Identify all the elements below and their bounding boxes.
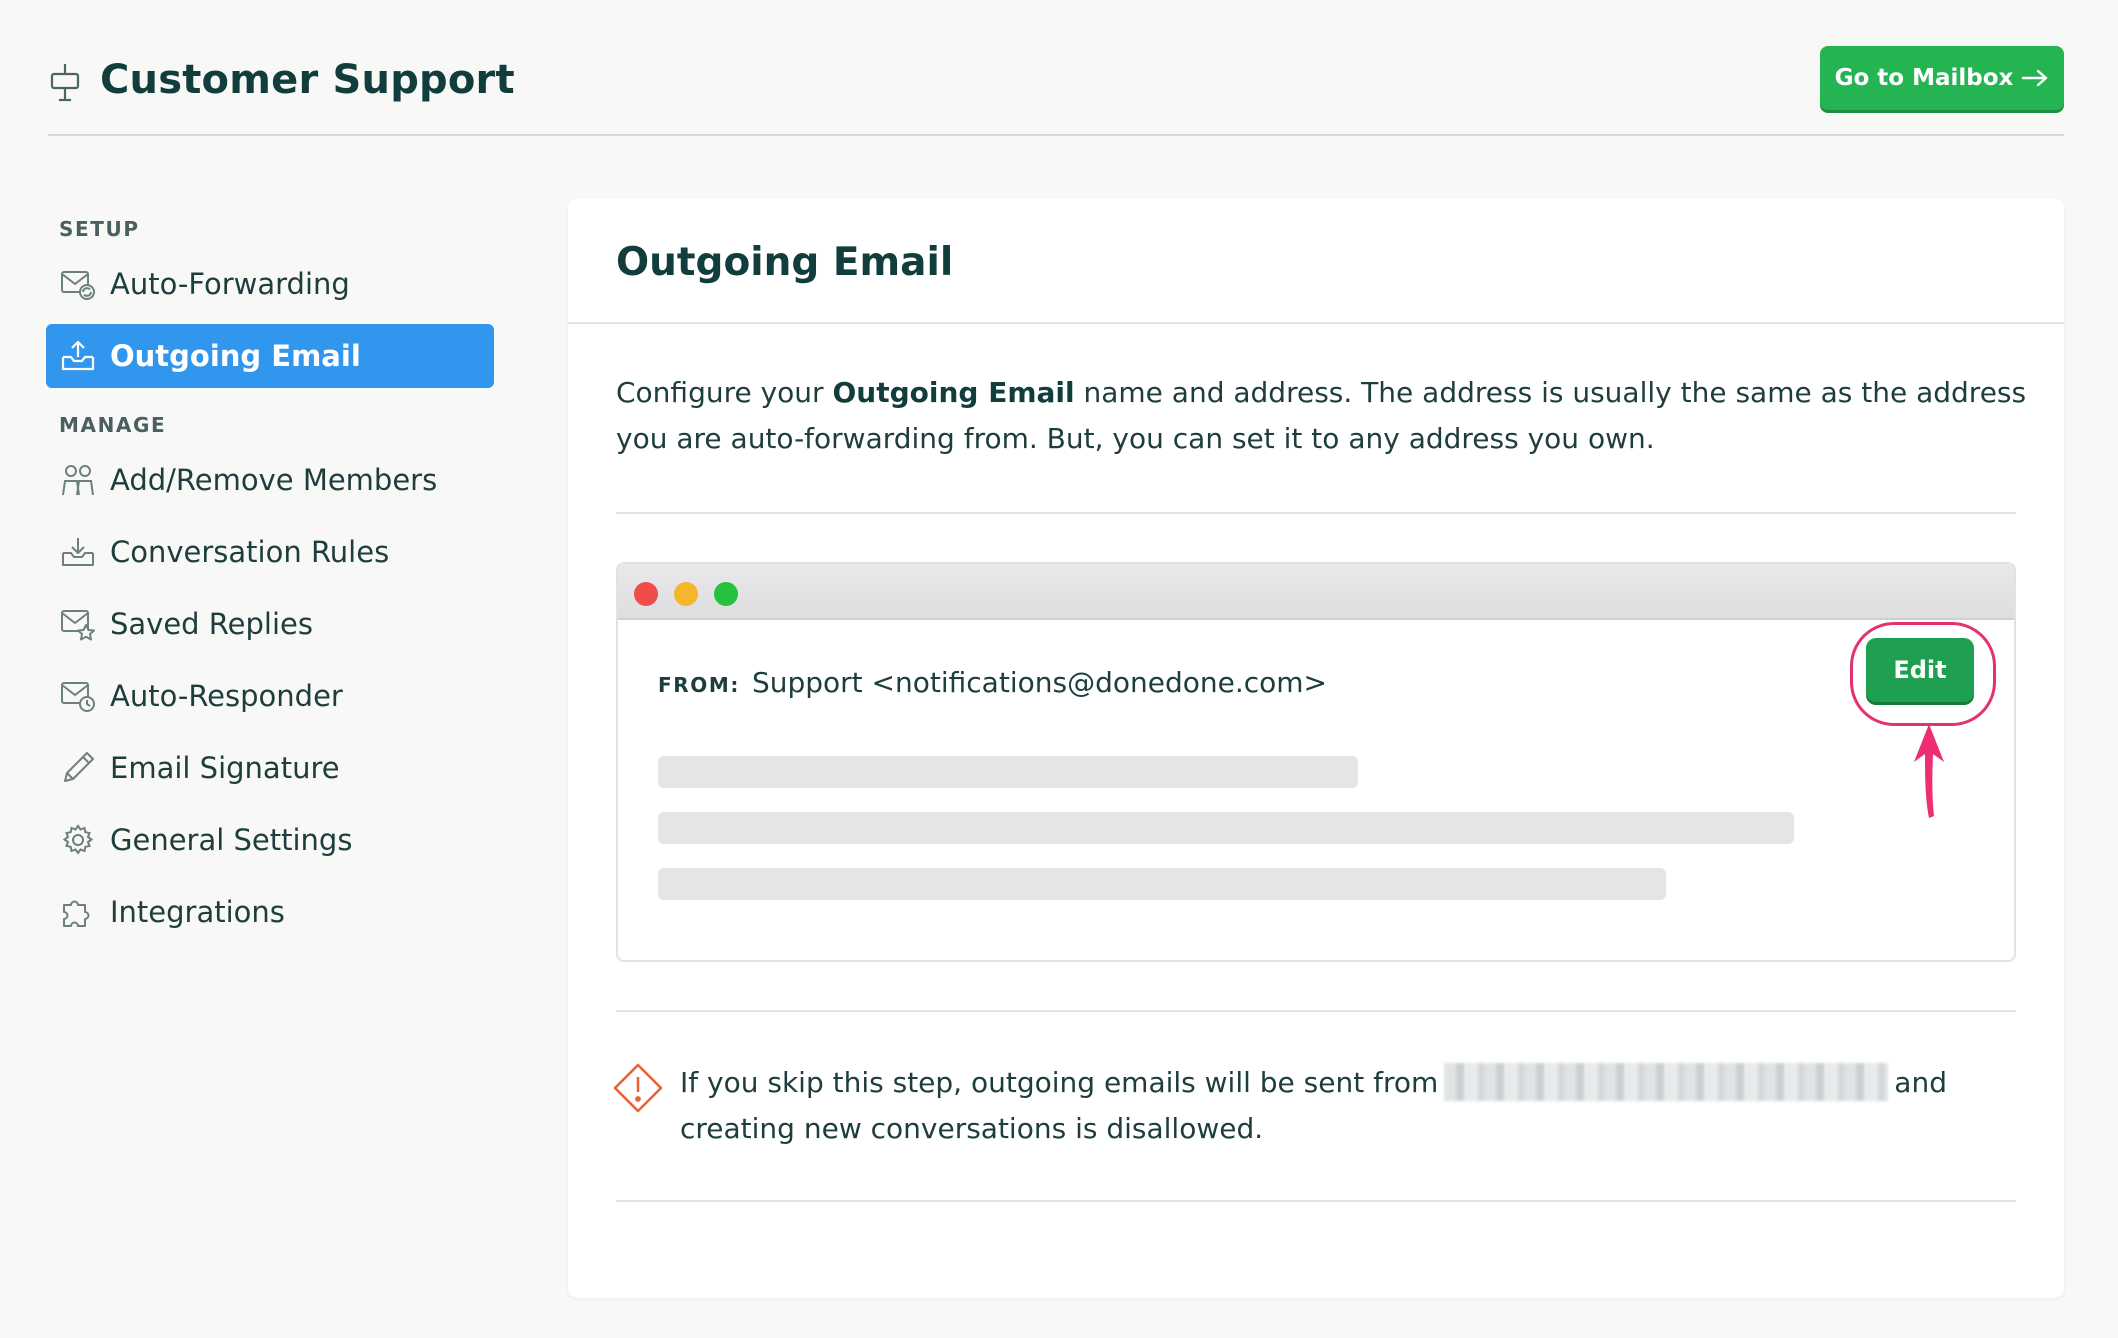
sidebar-item-general-settings[interactable]: General Settings bbox=[46, 808, 494, 872]
inbox-download-icon bbox=[62, 538, 94, 566]
divider bbox=[616, 1010, 2016, 1012]
mail-forward-icon bbox=[61, 271, 95, 300]
pencil-icon bbox=[64, 752, 94, 782]
sidebar-section-manage: MANAGE bbox=[59, 413, 167, 437]
sidebar-item-label: Email Signature bbox=[110, 751, 340, 785]
sidebar-item-label: Outgoing Email bbox=[110, 339, 361, 373]
sidebar-item-auto-forwarding[interactable]: Auto-Forwarding bbox=[46, 252, 494, 316]
card-title: Outgoing Email bbox=[616, 240, 954, 285]
intro-text: Configure your Outgoing Email name and a… bbox=[616, 370, 2036, 462]
mail-star-icon bbox=[61, 610, 95, 641]
sidebar-item-label: General Settings bbox=[110, 823, 353, 857]
sidebar-item-label: Saved Replies bbox=[110, 607, 313, 641]
sidebar-item-label: Auto-Responder bbox=[110, 679, 343, 713]
go-to-mailbox-button[interactable]: Go to Mailbox bbox=[1820, 46, 2064, 110]
sidebar-section-setup: SETUP bbox=[59, 217, 140, 241]
warning-text: If you skip this step, outgoing emails w… bbox=[680, 1060, 2040, 1152]
signpost-icon bbox=[50, 64, 80, 102]
from-row: FROM: Support <notifications@donedone.co… bbox=[658, 666, 1327, 699]
page-header: Customer Support Go to Mailbox bbox=[48, 40, 2064, 136]
outbox-icon bbox=[61, 340, 95, 371]
redacted-address bbox=[1444, 1063, 1889, 1101]
email-preview-window: FROM: Support <notifications@donedone.co… bbox=[616, 562, 2016, 962]
warning-text-start: If you skip this step, outgoing emails w… bbox=[680, 1066, 1439, 1099]
header-divider bbox=[48, 134, 2064, 136]
sidebar-item-label: Integrations bbox=[110, 895, 285, 929]
sidebar-item-label: Add/Remove Members bbox=[110, 463, 438, 497]
intro-text-start: Configure your bbox=[616, 376, 833, 409]
window-close-dot bbox=[634, 582, 658, 606]
sidebar-item-label: Conversation Rules bbox=[110, 535, 390, 569]
sidebar-item-email-signature[interactable]: Email Signature bbox=[46, 736, 494, 800]
sidebar: SETUP Auto-Forwarding Outgoing Email MAN… bbox=[46, 206, 494, 952]
mail-clock-icon bbox=[61, 682, 95, 712]
sidebar-item-outgoing-email[interactable]: Outgoing Email bbox=[46, 324, 494, 388]
card-title-divider bbox=[568, 322, 2064, 324]
divider bbox=[616, 512, 2016, 514]
sidebar-item-label: Auto-Forwarding bbox=[110, 267, 350, 301]
pointer-arrow-icon bbox=[1914, 724, 1944, 818]
placeholder-line bbox=[658, 756, 1358, 788]
placeholder-line bbox=[658, 812, 1794, 844]
outgoing-email-card: Outgoing Email Configure your Outgoing E… bbox=[568, 198, 2064, 1298]
members-icon bbox=[62, 465, 94, 496]
window-titlebar bbox=[618, 564, 2014, 620]
warning-diamond-icon bbox=[613, 1063, 663, 1113]
window-minimize-dot bbox=[674, 582, 698, 606]
sidebar-item-auto-responder[interactable]: Auto-Responder bbox=[46, 664, 494, 728]
arrow-right-icon bbox=[2022, 69, 2048, 87]
from-label: FROM: bbox=[658, 673, 740, 697]
sidebar-item-saved-replies[interactable]: Saved Replies bbox=[46, 592, 494, 656]
page-title: Customer Support bbox=[100, 57, 515, 103]
from-address: Support <notifications@donedone.com> bbox=[751, 666, 1327, 699]
go-to-mailbox-label: Go to Mailbox bbox=[1834, 65, 2014, 91]
gear-icon bbox=[62, 824, 94, 855]
divider bbox=[616, 1200, 2016, 1202]
intro-text-bold: Outgoing Email bbox=[832, 376, 1075, 409]
sidebar-item-integrations[interactable]: Integrations bbox=[46, 880, 494, 944]
window-maximize-dot bbox=[714, 582, 738, 606]
placeholder-line bbox=[658, 868, 1666, 900]
sidebar-item-add-remove-members[interactable]: Add/Remove Members bbox=[46, 448, 494, 512]
edit-button[interactable]: Edit bbox=[1866, 638, 1974, 702]
puzzle-icon bbox=[63, 900, 90, 927]
sidebar-item-conversation-rules[interactable]: Conversation Rules bbox=[46, 520, 494, 584]
